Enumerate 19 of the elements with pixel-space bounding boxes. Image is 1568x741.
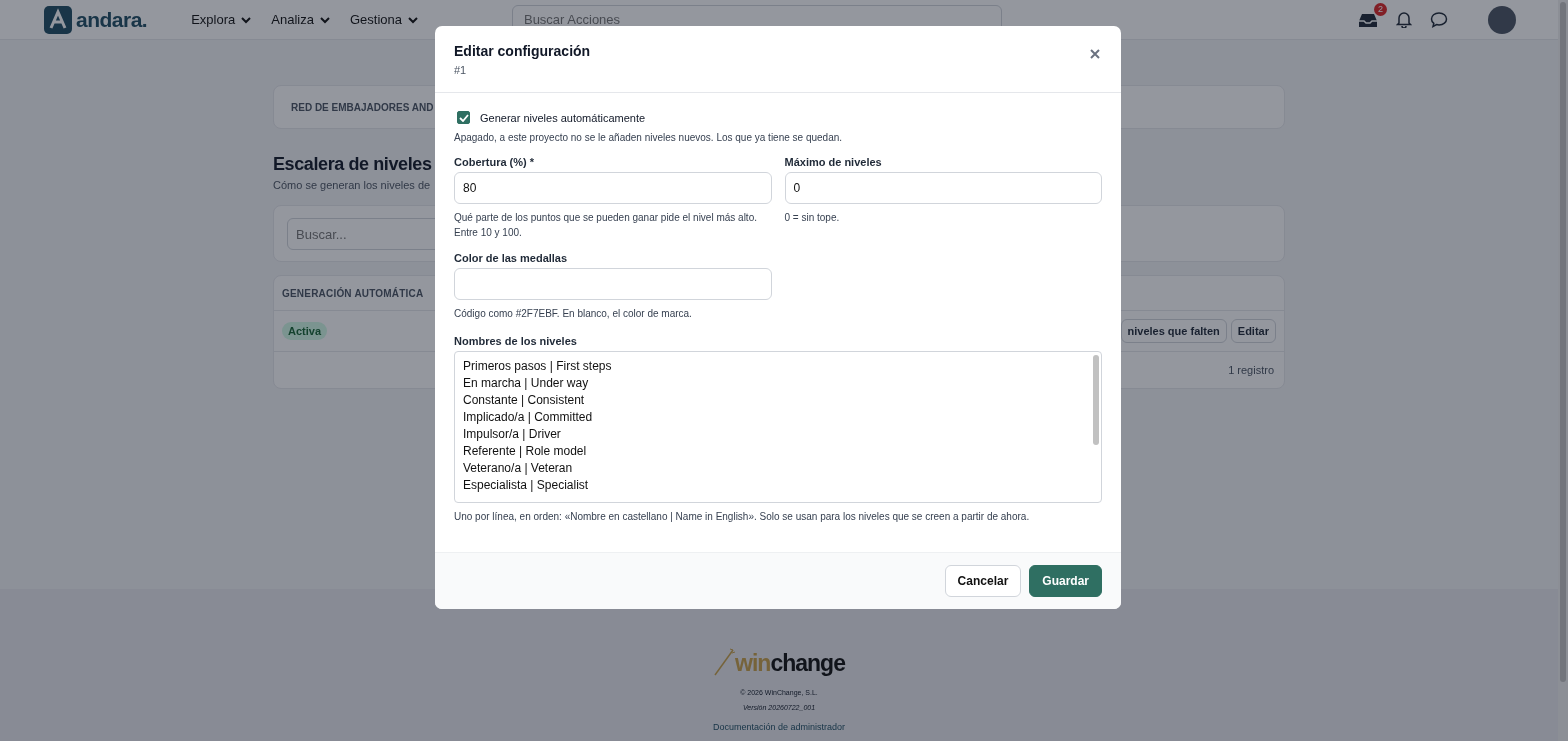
- status-badge: Activa: [282, 322, 328, 340]
- page-subtitle: Cómo se generan los niveles de: [273, 179, 431, 191]
- help-text: Apagado, a este proyecto no se le añaden niveles nuevos. Los que ya tiene se quedan.: [454, 131, 844, 145]
- record-count: 1 registro: [1228, 364, 1274, 376]
- notification-badge: 2: [1374, 2, 1387, 16]
- dialog-title: Editar configuración: [454, 43, 591, 59]
- help-text: 0 = sin tope.: [784, 211, 841, 225]
- project-name: RED DE EMBAJADORES AND: [291, 101, 434, 113]
- field-label: Cobertura (%) *: [454, 156, 536, 168]
- company-logo: winchange: [713, 647, 845, 677]
- help-text: Qué parte de los puntos que se pueden ganar pide el nivel más alto. Entre 10 y 100.: [454, 211, 758, 240]
- field-label: Máximo de niveles: [784, 156, 883, 168]
- column-header: GENERACIÓN AUTOMÁTICA: [282, 287, 424, 299]
- field-label: Nombres de los niveles: [454, 335, 578, 347]
- help-text: Uno por línea, en orden: «Nombre en castellano | Name in English». Solo se usan para los niveles que se creen a partir de ahora.: [454, 510, 1031, 524]
- help-text: Código como #2F7EBF. En blanco, el color de marca.: [454, 307, 693, 321]
- dialog-subtitle: #1: [454, 64, 468, 76]
- field-label: Color de las medallas: [454, 252, 569, 264]
- page-title: Escalera de niveles: [273, 154, 432, 175]
